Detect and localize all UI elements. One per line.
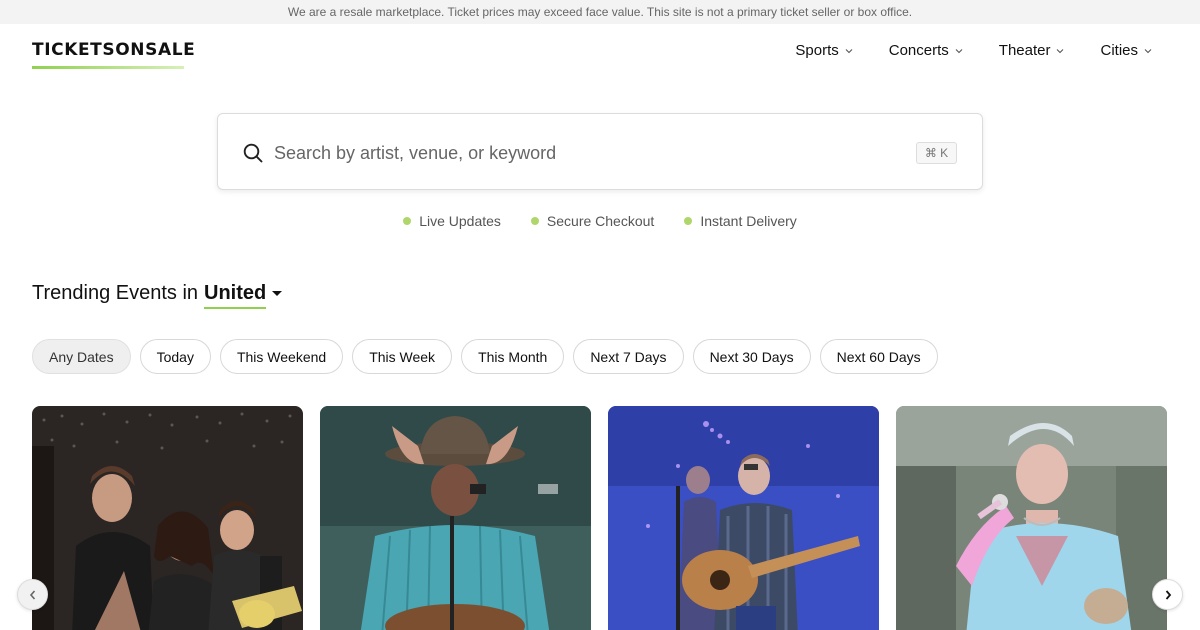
filter-next-7-days[interactable]: Next 7 Days [573, 339, 684, 374]
event-image-guitarist-stage [608, 406, 879, 630]
nav-item-sports[interactable]: Sports [795, 42, 853, 59]
trending-heading: Trending Events in United [32, 282, 283, 309]
resale-disclaimer-banner: We are a resale marketplace. Ticket pric… [0, 0, 1200, 24]
chevron-down-icon [955, 48, 963, 53]
status-dot-icon [403, 217, 412, 225]
main-nav: Sports Concerts Theater Cities [759, 42, 1152, 59]
nav-item-concerts[interactable]: Concerts [889, 42, 963, 59]
event-card[interactable] [896, 406, 1167, 630]
filter-today[interactable]: Today [139, 339, 211, 374]
date-filter-bar: Any Dates Today This Weekend This Week T… [32, 339, 947, 374]
feature-secure-checkout: Secure Checkout [530, 213, 655, 229]
nav-item-label: Concerts [888, 42, 949, 59]
event-carousel [32, 406, 1184, 630]
filter-this-week[interactable]: This Week [352, 339, 453, 374]
keyboard-shortcut-hint: ⌘ K [916, 142, 957, 164]
chevron-down-icon [845, 48, 853, 53]
caret-down-icon[interactable] [272, 291, 283, 296]
nav-item-label: Theater [998, 42, 1051, 59]
chevron-down-icon [1144, 48, 1152, 53]
nav-item-label: Sports [795, 42, 839, 59]
event-card[interactable] [608, 406, 879, 630]
filter-next-30-days[interactable]: Next 30 Days [692, 339, 811, 374]
feature-label: Instant Delivery [700, 213, 797, 229]
trending-prefix: Trending Events in [32, 282, 199, 304]
event-image-cowboy-performer [320, 406, 591, 630]
nav-item-label: Cities [1100, 42, 1138, 59]
feature-label: Secure Checkout [546, 213, 655, 229]
event-card[interactable] [32, 406, 303, 630]
filter-this-month[interactable]: This Month [461, 339, 565, 374]
location-selector[interactable]: United [204, 282, 267, 309]
event-image-band-group [32, 406, 303, 630]
site-logo[interactable]: TICKETSONSALE [32, 40, 195, 60]
filter-any-dates[interactable]: Any Dates [32, 339, 131, 374]
nav-item-cities[interactable]: Cities [1100, 42, 1152, 59]
logo-underline [32, 66, 184, 69]
filter-this-weekend[interactable]: This Weekend [219, 339, 344, 374]
search-icon [243, 143, 263, 163]
feature-highlights: Live Updates Secure Checkout Instant Del… [0, 213, 1200, 229]
filter-next-60-days[interactable]: Next 60 Days [819, 339, 938, 374]
chevron-right-icon [1165, 589, 1171, 600]
carousel-next-button[interactable] [1152, 579, 1183, 610]
feature-live-updates: Live Updates [403, 213, 501, 229]
chevron-down-icon [1057, 48, 1064, 53]
search-input[interactable] [274, 138, 874, 168]
carousel-prev-button[interactable] [17, 579, 48, 610]
feature-label: Live Updates [419, 213, 501, 229]
event-image-singer-mic [896, 406, 1167, 630]
event-card[interactable] [320, 406, 591, 630]
chevron-left-icon [29, 589, 35, 600]
search-box[interactable]: ⌘ K [217, 113, 983, 190]
feature-instant-delivery: Instant Delivery [684, 213, 797, 229]
disclaimer-text: We are a resale marketplace. Ticket pric… [287, 5, 913, 19]
status-dot-icon [530, 217, 539, 225]
nav-item-theater[interactable]: Theater [999, 42, 1065, 59]
status-dot-icon [684, 217, 693, 225]
